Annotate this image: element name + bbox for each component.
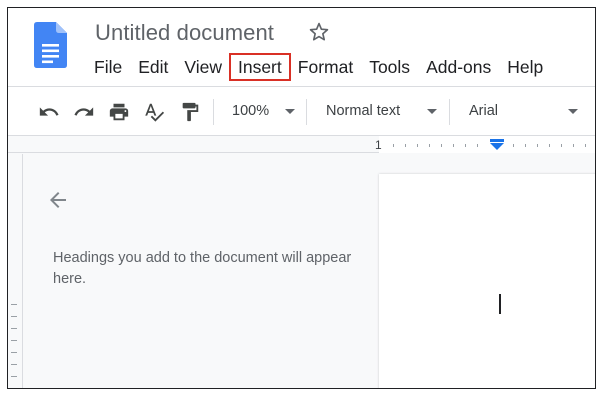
ruler-tick — [11, 364, 17, 365]
ruler-tick — [417, 144, 418, 147]
ruler-tick — [11, 304, 17, 305]
menu-edit[interactable]: Edit — [130, 54, 176, 80]
ruler-page-area — [379, 136, 595, 153]
menu-format[interactable]: Format — [290, 54, 361, 80]
menu-insert[interactable]: Insert — [228, 53, 291, 81]
ruler-tick — [11, 340, 17, 341]
toolbar-separator — [449, 99, 450, 125]
star-icon[interactable] — [308, 21, 330, 43]
ruler-number: 1 — [375, 138, 382, 152]
ruler-tick — [405, 144, 406, 147]
horizontal-ruler[interactable]: 1 — [8, 136, 595, 153]
toolbar-separator — [306, 99, 307, 125]
ruler-tick — [11, 352, 17, 353]
spellcheck-icon[interactable] — [143, 101, 165, 123]
ruler-tick — [11, 316, 17, 317]
indent-marker-icon[interactable] — [490, 139, 504, 150]
print-icon[interactable] — [108, 101, 130, 123]
zoom-select[interactable]: 100% — [232, 103, 269, 119]
document-page[interactable] — [379, 174, 595, 388]
menu-bar: File Edit View Insert Format Tools Add-o… — [86, 53, 551, 81]
outline-empty-message: Headings you add to the document will ap… — [53, 250, 352, 287]
ruler-tick — [573, 144, 574, 147]
ruler-tick — [525, 144, 526, 147]
ruler-tick — [585, 144, 586, 147]
zoom-caret-icon[interactable] — [285, 109, 295, 114]
document-outline-panel: Headings you add to the document will ap… — [24, 154, 379, 388]
style-select[interactable]: Normal text — [326, 103, 400, 119]
ruler-tick — [549, 144, 550, 147]
document-title[interactable]: Untitled document — [95, 20, 274, 46]
ruler-tick — [477, 144, 478, 147]
undo-icon[interactable] — [38, 101, 60, 123]
menu-help[interactable]: Help — [499, 54, 551, 80]
ruler-tick — [429, 144, 430, 147]
ruler-tick — [11, 328, 17, 329]
ruler-tick — [11, 376, 17, 377]
ruler-tick — [393, 144, 394, 147]
font-caret-icon[interactable] — [568, 109, 578, 114]
menu-tools[interactable]: Tools — [361, 54, 418, 80]
ruler-tick — [537, 144, 538, 147]
ruler-tick — [453, 144, 454, 147]
redo-icon[interactable] — [73, 101, 95, 123]
text-cursor — [499, 294, 501, 314]
menu-view[interactable]: View — [176, 54, 230, 80]
ruler-tick — [441, 144, 442, 147]
app-window: Untitled document File Edit View Insert … — [7, 7, 596, 389]
toolbar: 100% Normal text Arial — [8, 86, 595, 136]
menu-file[interactable]: File — [86, 54, 130, 80]
ruler-tick — [513, 144, 514, 147]
toolbar-separator — [213, 99, 214, 125]
style-caret-icon[interactable] — [427, 109, 437, 114]
ruler-tick — [561, 144, 562, 147]
paint-format-icon[interactable] — [179, 101, 201, 123]
arrow-left-icon[interactable] — [46, 188, 70, 212]
font-select[interactable]: Arial — [469, 103, 498, 119]
vertical-ruler[interactable] — [8, 154, 23, 388]
menu-add-ons[interactable]: Add-ons — [418, 54, 499, 80]
docs-logo-icon[interactable] — [34, 22, 67, 68]
ruler-tick — [465, 144, 466, 147]
header: Untitled document File Edit View Insert … — [8, 8, 595, 86]
